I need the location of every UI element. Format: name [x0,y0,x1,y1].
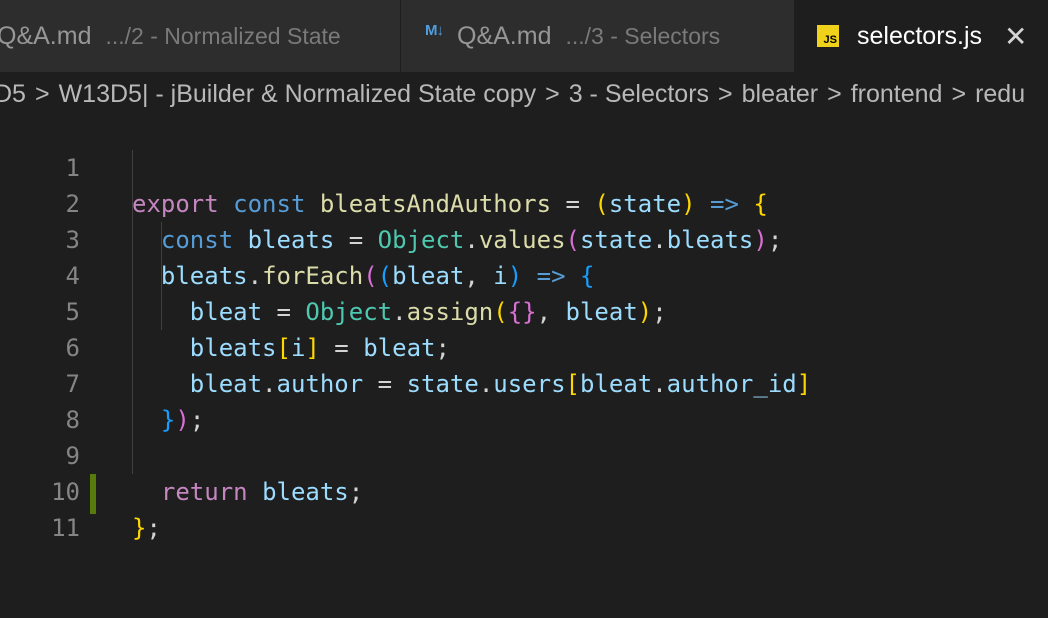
breadcrumb-item[interactable]: bleater [742,80,818,109]
tab-qa-normalized-state[interactable]: Q&A.md .../2 - Normalized State [0,0,401,72]
tab-path: .../2 - Normalized State [105,22,341,49]
editor-tab-bar: Q&A.md .../2 - Normalized State M↓ Q&A.m… [0,0,1048,72]
code-line[interactable]: 1 export const bleatsAndAuthors = (state… [0,114,1048,218]
tab-filename: Q&A.md [0,21,92,50]
code-line[interactable]: 3 bleats.forEach((bleat, i) => { [0,186,1048,290]
tab-filename: selectors.js [857,21,983,50]
tab-selectors-js[interactable]: JS selectors.js ✕ [795,0,1048,72]
chevron-right-icon: > [827,79,842,108]
close-icon[interactable]: ✕ [1004,20,1027,53]
code-line[interactable]: 2 const bleats = Object.values(state.ble… [0,150,1048,254]
code-line[interactable]: 11 [0,474,1048,542]
line-number: 11 [51,514,80,542]
breadcrumb-item[interactable]: 3 - Selectors [569,80,709,109]
breadcrumb: D5 > W13D5| - jBuilder & Normalized Stat… [0,72,1048,116]
markdown-icon: M↓ [425,21,444,39]
tab-filename: Q&A.md [457,21,552,50]
code-text: }; [132,514,161,542]
breadcrumb-item[interactable]: D5 [0,80,26,109]
code-line[interactable]: 8 [0,366,1048,434]
javascript-icon: JS [817,25,839,47]
breadcrumb-item[interactable]: W13D5| - jBuilder & Normalized State cop… [59,80,537,109]
code-line[interactable]: 5 bleats[i] = bleat; [0,258,1048,362]
breadcrumb-item[interactable]: redu [975,80,1025,109]
tab-qa-selectors[interactable]: M↓ Q&A.md .../3 - Selectors [401,0,795,72]
code-line[interactable]: 10 }; [0,438,1048,542]
code-line[interactable]: 6 bleat.author = state.users[bleat.autho… [0,294,1048,398]
chevron-right-icon: > [545,79,560,108]
code-line[interactable]: 9 return bleats; [0,402,1048,506]
chevron-right-icon: > [34,79,50,108]
breadcrumb-item[interactable]: frontend [851,80,943,109]
code-line[interactable]: 7 }); [0,330,1048,434]
chevron-right-icon: > [951,79,967,108]
code-editor[interactable]: 1 export const bleatsAndAuthors = (state… [0,114,1048,542]
tab-path: .../3 - Selectors [565,22,721,49]
chevron-right-icon: > [718,79,733,108]
code-line[interactable]: 4 bleat = Object.assign({}, bleat); [0,222,1048,326]
